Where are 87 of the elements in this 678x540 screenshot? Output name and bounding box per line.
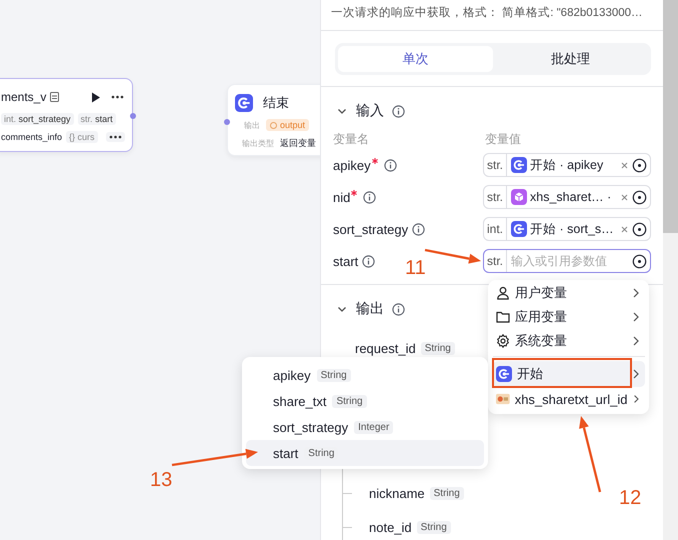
mode-tab[interactable]: 单次 xyxy=(338,46,493,72)
type-tag: String xyxy=(316,368,351,382)
field-name: nickname xyxy=(369,486,425,500)
row-value: 返回变量 xyxy=(280,136,316,150)
parameter-tag: str. start xyxy=(78,113,116,125)
annotation-number: 11 xyxy=(405,257,426,279)
section-title: 输入 xyxy=(356,102,384,120)
node-icon xyxy=(496,366,512,382)
node-icon xyxy=(511,221,528,237)
menu-item[interactable]: apikey String xyxy=(246,362,484,388)
workflow-node[interactable]: 结束 输出 output 输出类型 返回变量 xyxy=(227,84,320,156)
column-header: 变量值 xyxy=(485,130,522,148)
parameter-name: nid xyxy=(333,190,350,204)
node-title: 结束 xyxy=(263,94,289,112)
menu-item[interactable]: sort_strategy Integer xyxy=(246,414,484,440)
annotation-number: 13 xyxy=(150,469,172,491)
clear-icon[interactable] xyxy=(621,226,628,232)
menu-item[interactable]: xhs_sharetxt_url_id xyxy=(493,387,645,411)
parameter-tag: int. sort_strategy xyxy=(1,113,74,125)
node-title: ments_v xyxy=(1,90,46,104)
connection-port[interactable] xyxy=(130,113,136,119)
chevron-right-icon xyxy=(632,393,641,405)
menu-item[interactable]: 用户变量 xyxy=(493,281,645,305)
row-label: 输出 xyxy=(243,120,260,130)
column-header: 变量名 xyxy=(333,130,370,148)
target-icon[interactable] xyxy=(632,158,647,172)
chevron-right-icon xyxy=(631,311,641,323)
node-icon xyxy=(235,94,253,112)
info-icon xyxy=(392,302,405,316)
type-tag: {} curs xyxy=(66,131,98,143)
user-icon xyxy=(496,286,510,300)
output-name: comments_info xyxy=(1,132,62,142)
menu-item[interactable]: 系统变量 xyxy=(493,329,645,353)
chevron-right-icon xyxy=(631,335,641,347)
parameter-name: start xyxy=(333,254,358,268)
target-icon[interactable] xyxy=(632,222,647,236)
reference-field[interactable]: str. 开始 · apikey xyxy=(483,153,651,177)
plugin-thumbnail-icon xyxy=(496,391,510,407)
document-icon xyxy=(50,92,60,102)
workflow-node[interactable]: ments_v int. sort_strategy str. start comments_info {} curs xyxy=(0,78,133,152)
chevron-right-icon xyxy=(631,368,641,380)
gear-icon xyxy=(496,334,510,348)
field-name: request_id xyxy=(355,340,416,356)
parameter-name: apikey xyxy=(333,158,371,172)
reference-value: 开始 · apikey xyxy=(530,156,604,174)
reference-field[interactable]: int. 开始 · sort_s… xyxy=(483,217,651,241)
row-label: 输出类型 xyxy=(242,138,274,148)
mode-tab[interactable]: 批处理 xyxy=(493,46,648,72)
type-tag: String xyxy=(332,394,367,408)
type-tag: String xyxy=(416,520,451,534)
cube-icon xyxy=(511,189,528,205)
play-icon[interactable] xyxy=(91,92,101,102)
value-input[interactable]: 输入或引用参数值 xyxy=(511,254,628,268)
info-icon xyxy=(412,222,426,236)
scrollbar[interactable] xyxy=(663,0,678,233)
info-icon xyxy=(362,254,376,268)
reference-value: xhs_sharet… · xyxy=(530,190,612,204)
type-tag: String xyxy=(420,342,455,354)
connection-port[interactable] xyxy=(224,119,230,125)
target-icon[interactable] xyxy=(632,254,647,268)
section-title: 输出 xyxy=(356,300,384,318)
clear-icon[interactable] xyxy=(621,162,628,168)
annotation-number: 12 xyxy=(619,487,642,509)
menu-item[interactable]: share_txt String xyxy=(246,388,484,414)
annotation-arrow xyxy=(424,248,481,264)
type-tag: String xyxy=(430,486,464,500)
menu-item[interactable]: 开始 xyxy=(493,361,645,387)
parameter-name: sort_strategy xyxy=(333,222,408,236)
menu-item[interactable]: 应用变量 xyxy=(493,305,645,329)
more-icon[interactable] xyxy=(111,95,124,99)
output-tag: output xyxy=(266,119,310,131)
value-input-field[interactable]: str. 输入或引用参数值 xyxy=(483,249,651,273)
target-icon[interactable] xyxy=(632,190,647,204)
reference-value: 开始 · sort_s… xyxy=(530,220,614,238)
chevron-right-icon xyxy=(631,287,641,299)
field-name: note_id xyxy=(369,520,412,534)
node-icon xyxy=(511,157,528,173)
info-icon xyxy=(363,190,376,204)
more-icon[interactable] xyxy=(108,135,122,139)
clear-icon[interactable] xyxy=(621,194,628,200)
reference-field[interactable]: str. xhs_sharet… · xyxy=(483,185,651,209)
info-icon xyxy=(384,158,397,172)
type-tag: Integer xyxy=(354,420,394,434)
folder-icon xyxy=(496,310,510,324)
description-text: 一次请求的响应中获取，格式： 简单格式: "682b0133000… xyxy=(321,0,663,31)
info-icon xyxy=(392,104,405,118)
menu-item[interactable]: start String xyxy=(246,440,484,466)
